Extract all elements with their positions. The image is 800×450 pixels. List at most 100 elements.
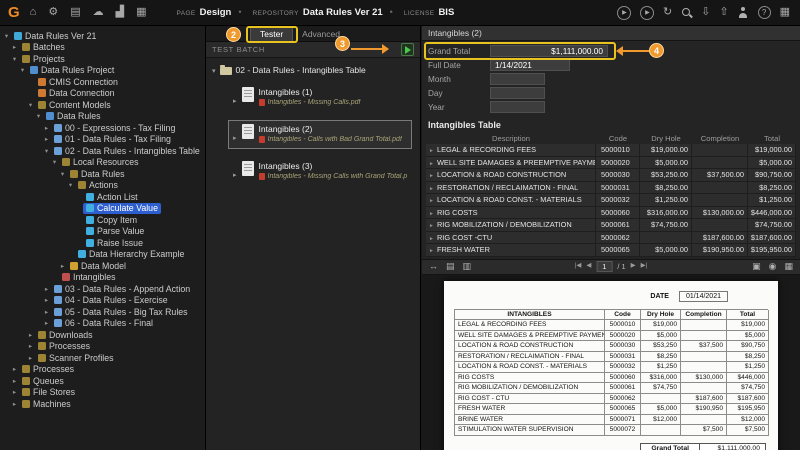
- field-value-input[interactable]: [490, 73, 545, 85]
- table-row[interactable]: RIG COST -CTU 5000062 $187,600.00 $187,6…: [426, 231, 796, 244]
- print-icon[interactable]: [752, 262, 761, 271]
- expand-arrow[interactable]: ▸: [26, 331, 35, 339]
- tab-tester[interactable]: Tester: [250, 26, 294, 41]
- expand-arrow[interactable]: ▾: [42, 147, 51, 155]
- batch-folder[interactable]: 02 - Data Rules - Intangibles Table: [212, 64, 414, 75]
- chevron-right-icon[interactable]: [233, 164, 237, 182]
- row-expand-icon[interactable]: [429, 145, 434, 154]
- row-expand-icon[interactable]: [429, 183, 434, 192]
- expand-arrow[interactable]: ▸: [42, 296, 51, 304]
- tree-item[interactable]: ▸ File Stores: [0, 387, 205, 399]
- expand-arrow[interactable]: ▸: [42, 124, 51, 132]
- tree-item[interactable]: CMIS Connection: [0, 76, 205, 88]
- expand-arrow[interactable]: ▾: [66, 181, 75, 189]
- view-settings-icon[interactable]: [769, 262, 777, 271]
- apps-icon[interactable]: [136, 7, 146, 18]
- tree-item[interactable]: ▸ 06 - Data Rules - Final: [0, 318, 205, 330]
- table-row[interactable]: RIG MOBILIZATION / DEMOBILIZATION 500006…: [426, 219, 796, 232]
- play-icon[interactable]: [616, 5, 631, 20]
- tree-item[interactable]: ▸ 03 - Data Rules - Append Action: [0, 283, 205, 295]
- tree-item[interactable]: ▸ Batches: [0, 42, 205, 54]
- expand-arrow[interactable]: ▾: [58, 170, 67, 178]
- row-expand-icon[interactable]: [429, 195, 434, 204]
- expand-arrow[interactable]: ▸: [10, 400, 19, 408]
- tree-item[interactable]: Copy Item: [0, 214, 205, 226]
- tree-item[interactable]: ▸ 01 - Data Rules - Tax Filing: [0, 134, 205, 146]
- tree-item[interactable]: Action List: [0, 191, 205, 203]
- tree-item[interactable]: ▸ Machines: [0, 398, 205, 410]
- layout-icon[interactable]: [784, 262, 793, 271]
- row-expand-icon[interactable]: [429, 220, 434, 229]
- tree-item[interactable]: ▾ Data Rules Ver 21: [0, 30, 205, 42]
- run-test-button[interactable]: [401, 43, 414, 56]
- tree-item[interactable]: ▸ Processes: [0, 364, 205, 376]
- tree-item[interactable]: ▸ Data Model: [0, 260, 205, 272]
- tab-advanced[interactable]: Advanced: [293, 26, 349, 41]
- tree-item[interactable]: ▾ 02 - Data Rules - Intangibles Table: [0, 145, 205, 157]
- tree-item[interactable]: ▾ Content Models: [0, 99, 205, 111]
- field-value-input[interactable]: $1,111,000.00: [490, 45, 608, 57]
- table-row[interactable]: LEGAL & RECORDING FEES 5000010 $19,000.0…: [426, 144, 796, 157]
- tree-item[interactable]: ▾ Local Resources: [0, 157, 205, 169]
- first-page-button[interactable]: [575, 263, 582, 270]
- cloud-icon[interactable]: [93, 7, 104, 18]
- fit-width-icon[interactable]: [429, 262, 438, 271]
- tree-item[interactable]: ▾ Actions: [0, 180, 205, 192]
- expand-arrow[interactable]: ▸: [26, 342, 35, 350]
- last-page-button[interactable]: [641, 263, 648, 270]
- table-row[interactable]: FRESH WATER 5000065 $5,000.00 $190,950.0…: [426, 244, 796, 257]
- field-value-input[interactable]: [490, 87, 545, 99]
- expand-arrow[interactable]: ▸: [58, 262, 67, 270]
- chevron-right-icon[interactable]: [233, 90, 237, 108]
- prev-page-button[interactable]: [586, 263, 591, 270]
- expand-arrow[interactable]: ▸: [26, 354, 35, 362]
- apps-grid-icon[interactable]: [780, 7, 790, 18]
- tree-item[interactable]: ▾ Data Rules: [0, 111, 205, 123]
- tree-item[interactable]: ▸ 04 - Data Rules - Exercise: [0, 295, 205, 307]
- copy-icon[interactable]: [463, 262, 472, 271]
- home-icon[interactable]: [30, 7, 37, 18]
- thumbnails-icon[interactable]: [446, 262, 455, 271]
- expand-arrow[interactable]: ▸: [10, 365, 19, 373]
- expand-arrow[interactable]: ▸: [10, 388, 19, 396]
- refresh-icon[interactable]: [663, 7, 672, 18]
- page-number-input[interactable]: 1: [596, 261, 613, 272]
- expand-arrow[interactable]: ▾: [50, 158, 59, 166]
- batches-icon[interactable]: [70, 7, 80, 18]
- tree-item[interactable]: Data Hierarchy Example: [0, 249, 205, 261]
- expand-arrow[interactable]: ▸: [42, 319, 51, 327]
- expand-arrow[interactable]: ▸: [42, 135, 51, 143]
- table-row[interactable]: LOCATION & ROAD CONST. - MATERIALS 50000…: [426, 194, 796, 207]
- stats-icon[interactable]: [116, 7, 124, 18]
- upload-icon[interactable]: [719, 7, 728, 18]
- download-icon[interactable]: [701, 7, 710, 18]
- table-row[interactable]: LOCATION & ROAD CONSTRUCTION 5000030 $53…: [426, 169, 796, 182]
- tree-item[interactable]: Parse Value: [0, 226, 205, 238]
- expand-arrow[interactable]: ▾: [2, 32, 11, 40]
- expand-arrow[interactable]: ▸: [42, 285, 51, 293]
- user-icon[interactable]: [738, 7, 749, 18]
- field-value-input[interactable]: 1/14/2021: [490, 59, 570, 71]
- expand-arrow[interactable]: ▸: [10, 43, 19, 51]
- tree-item[interactable]: ▾ Data Rules: [0, 168, 205, 180]
- expand-arrow[interactable]: ▸: [42, 308, 51, 316]
- expand-arrow[interactable]: ▾: [26, 101, 35, 109]
- tree-item[interactable]: ▸ 05 - Data Rules - Big Tax Rules: [0, 306, 205, 318]
- test-document[interactable]: Intangibles (3) Intangibles - Missing Ca…: [228, 157, 412, 186]
- row-expand-icon[interactable]: [429, 245, 434, 254]
- table-row[interactable]: RIG COSTS 5000060 $316,000.00 $130,000.0…: [426, 206, 796, 219]
- design-icon[interactable]: [48, 7, 58, 18]
- tree-item[interactable]: ▸ Queues: [0, 375, 205, 387]
- help-icon[interactable]: [757, 6, 771, 19]
- table-row[interactable]: WELL SITE DAMAGES & PREEMPTIVE PAYMENTS …: [426, 156, 796, 169]
- tree-item[interactable]: ▸ Scanner Profiles: [0, 352, 205, 364]
- search-icon[interactable]: [681, 7, 692, 18]
- test-document[interactable]: Intangibles (2) Intangibles - Calls with…: [228, 120, 412, 149]
- test-document[interactable]: Intangibles (1) Intangibles - Missing Ca…: [228, 83, 412, 112]
- expand-arrow[interactable]: ▾: [18, 66, 27, 74]
- row-expand-icon[interactable]: [429, 208, 434, 217]
- expand-arrow[interactable]: ▾: [10, 55, 19, 63]
- tree-item[interactable]: Intangibles: [0, 272, 205, 284]
- tree-item[interactable]: ▸ 00 - Expressions - Tax Filing: [0, 122, 205, 134]
- expand-arrow[interactable]: ▾: [34, 112, 43, 120]
